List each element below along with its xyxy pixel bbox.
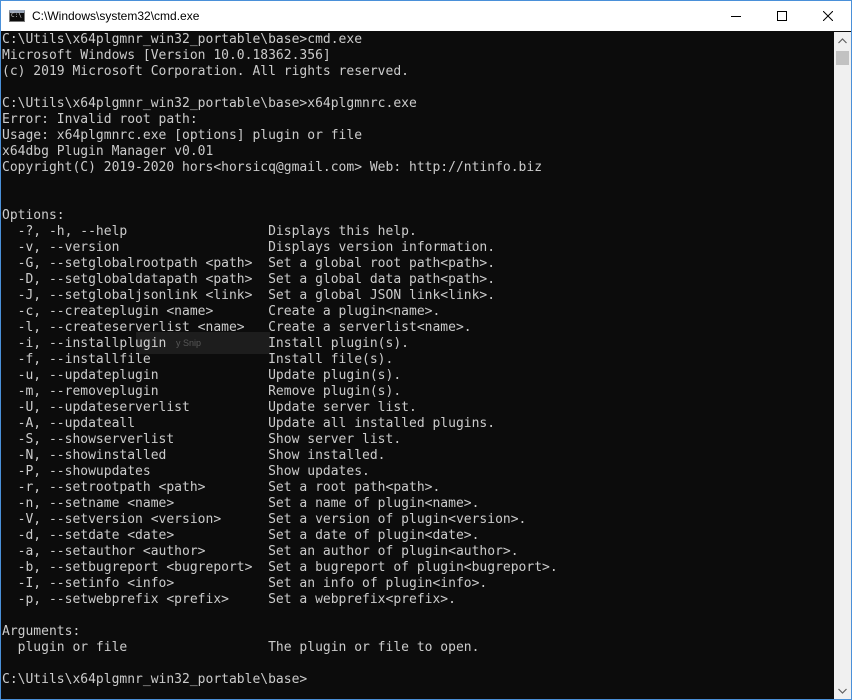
console-line: -P, --showupdates Show updates.	[2, 464, 370, 479]
console-line: -r, --setrootpath <path> Set a root path…	[2, 480, 441, 495]
scroll-thumb[interactable]	[836, 51, 849, 65]
console-line: Arguments:	[2, 624, 81, 639]
maximize-button[interactable]	[759, 1, 805, 31]
close-button[interactable]	[805, 1, 851, 31]
scroll-down-arrow-icon	[838, 688, 847, 694]
title-bar[interactable]: C:\ C:\Windows\system32\cmd.exe	[1, 1, 851, 31]
console-line: -l, --createserverlist <name> Create a s…	[2, 320, 472, 335]
cmd-app-icon[interactable]: C:\	[9, 10, 25, 22]
console-line: C:\Utils\x64plgmnr_win32_portable\base>	[2, 672, 308, 687]
console-line: -N, --showinstalled Show installed.	[2, 448, 386, 463]
console-line: -u, --updateplugin Update plugin(s).	[2, 368, 402, 383]
minimize-icon	[731, 16, 741, 17]
console-line: -A, --updateall Update all installed plu…	[2, 416, 496, 431]
console-line: -m, --removeplugin Remove plugin(s).	[2, 384, 402, 399]
console-line: -i, --installplugin Install plugin(s).	[2, 336, 409, 351]
console-line: -d, --setdate <date> Set a date of plugi…	[2, 528, 480, 543]
console-line: -n, --setname <name> Set a name of plugi…	[2, 496, 480, 511]
console-line: Options:	[2, 208, 65, 223]
minimize-button[interactable]	[713, 1, 759, 31]
window-title: C:\Windows\system32\cmd.exe	[32, 9, 200, 23]
snip-overlay: y Snip	[136, 332, 270, 354]
console-line: plugin or file The plugin or file to ope…	[2, 640, 480, 655]
console-window: C:\ C:\Windows\system32\cmd.exe C:\Utils…	[0, 0, 852, 700]
console-line: x64dbg Plugin Manager v0.01	[2, 144, 214, 159]
console-line: -I, --setinfo <info> Set an info of plug…	[2, 576, 488, 591]
console-line: -c, --createplugin <name> Create a plugi…	[2, 304, 441, 319]
vertical-scrollbar[interactable]	[834, 32, 851, 699]
console-line: -J, --setglobaljsonlink <link> Set a glo…	[2, 288, 496, 303]
console-line: Error: Invalid root path:	[2, 112, 198, 127]
console-line: C:\Utils\x64plgmnr_win32_portable\base>x…	[2, 96, 417, 111]
scroll-up-arrow-icon	[838, 37, 847, 43]
console-line: -f, --installfile Install file(s).	[2, 352, 394, 367]
scroll-down-button[interactable]	[834, 682, 851, 699]
maximize-icon	[777, 11, 787, 21]
console-line: (c) 2019 Microsoft Corporation. All righ…	[2, 64, 409, 79]
app-icon-label: C:\	[11, 12, 22, 19]
console-line: -V, --setversion <version> Set a version…	[2, 512, 527, 527]
console-output: C:\Utils\x64plgmnr_win32_portable\base>c…	[2, 32, 834, 688]
console-line: C:\Utils\x64plgmnr_win32_portable\base>c…	[2, 32, 363, 47]
console-line: -U, --updateserverlist Update server lis…	[2, 400, 417, 415]
console-line: -G, --setglobalrootpath <path> Set a glo…	[2, 256, 496, 271]
console-line: Usage: x64plgmnrc.exe [options] plugin o…	[2, 128, 363, 143]
console-line: -p, --setwebprefix <prefix> Set a webpre…	[2, 592, 456, 607]
caption-buttons	[713, 1, 851, 31]
scroll-up-button[interactable]	[834, 32, 851, 49]
console-output-area[interactable]: C:\Utils\x64plgmnr_win32_portable\base>c…	[2, 32, 834, 698]
console-line: -v, --version Displays version informati…	[2, 240, 496, 255]
console-line: -S, --showserverlist Show server list.	[2, 432, 402, 447]
console-line: -D, --setglobaldatapath <path> Set a glo…	[2, 272, 496, 287]
console-line: -?, -h, --help Displays this help.	[2, 224, 417, 239]
close-icon	[823, 11, 833, 21]
console-line: -b, --setbugreport <bugreport> Set a bug…	[2, 560, 558, 575]
console-line: Copyright(C) 2019-2020 hors<horsicq@gmai…	[2, 160, 543, 175]
console-line: Microsoft Windows [Version 10.0.18362.35…	[2, 48, 331, 63]
console-line: -a, --setauthor <author> Set an author o…	[2, 544, 519, 559]
